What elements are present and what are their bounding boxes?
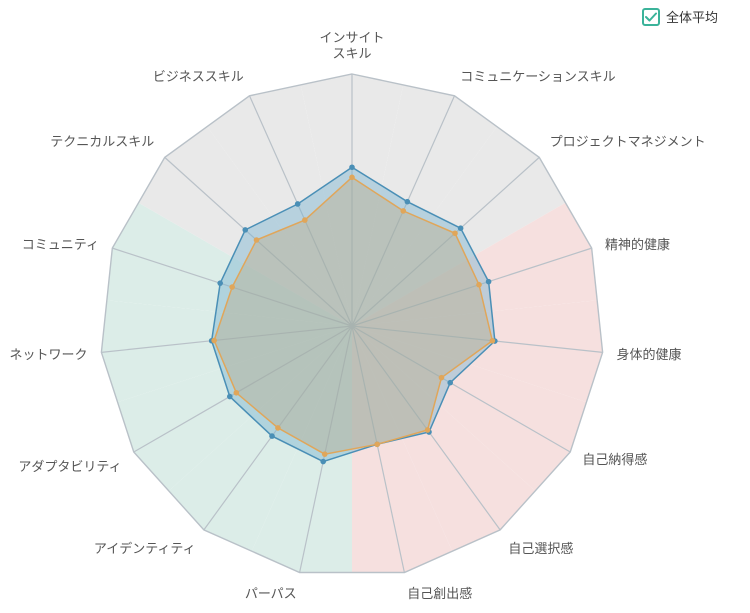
axis-label-6-line-0: 自己選択感: [508, 541, 573, 557]
axis-label-7: 自己創出感: [407, 586, 472, 602]
axis-label-7-line-0: 自己創出感: [407, 586, 472, 602]
series-1-point-3: [476, 281, 482, 288]
axis-label-8: パーパス: [245, 587, 297, 602]
axis-label-10-line-0: アダプタビリティ: [18, 460, 121, 475]
series-1-point-14: [302, 217, 308, 223]
series-1-point-6: [424, 427, 431, 433]
legend-label: 全体平均: [666, 11, 719, 26]
series-0-point-14: [294, 201, 301, 207]
radar-chart-panel: インサイトスキルコミュニケーションスキルプロジェクトマネジメント精神的健康身体的…: [0, 0, 750, 613]
axis-label-8-line-0: パーパス: [245, 587, 297, 602]
axis-label-5: 自己納得感: [582, 452, 647, 468]
axis-label-12-line-0: コミュニティ: [22, 238, 99, 253]
series-0-point-10: [226, 393, 233, 400]
radar-chart: インサイトスキルコミュニケーションスキルプロジェクトマネジメント精神的健康身体的…: [9, 31, 706, 602]
series-1-point-12: [229, 284, 235, 290]
series-0-point-12: [217, 280, 223, 286]
axis-label-1-line-0: コミュニケーションスキル: [460, 70, 615, 85]
legend-item-overall-average[interactable]: 全体平均: [642, 7, 718, 26]
series-1-point-11: [211, 337, 217, 344]
series-0-point-1: [404, 198, 411, 205]
series-0-point-13: [242, 227, 249, 233]
axis-label-4-line-0: 身体的健康: [617, 347, 682, 363]
series-1-point-1: [400, 208, 407, 214]
axis-label-10: アダプタビリティ: [18, 460, 121, 475]
axis-label-9-line-0: アイデンティティ: [94, 541, 196, 557]
axis-label-9: アイデンティティ: [94, 541, 196, 557]
series-1-point-5: [438, 374, 445, 381]
axis-label-14: ビジネススキル: [153, 70, 244, 85]
axis-label-3-line-0: 精神的健康: [605, 237, 670, 253]
axis-label-6: 自己選択感: [508, 541, 573, 557]
series-0-point-9: [269, 433, 275, 439]
legend-checkbox[interactable]: [642, 7, 660, 26]
series-0-point-2: [457, 225, 464, 231]
series-1-point-0: [349, 174, 355, 181]
series-0-point-3: [485, 278, 492, 285]
axis-label-11-line-0: ネットワーク: [9, 348, 87, 363]
axis-label-2: プロジェクトマネジメント: [550, 135, 706, 150]
axis-label-4: 身体的健康: [617, 347, 682, 363]
axis-label-0: インサイトスキル: [319, 31, 384, 62]
axis-label-13-line-0: テクニカルスキル: [50, 135, 154, 150]
axis-label-3: 精神的健康: [605, 237, 670, 253]
check-icon: [645, 12, 657, 21]
series-1-point-4: [489, 337, 496, 344]
axis-label-2-line-0: プロジェクトマネジメント: [550, 135, 706, 150]
series-1-point-8: [321, 451, 328, 457]
axis-label-14-line-0: ビジネススキル: [153, 70, 244, 85]
axis-label-11: ネットワーク: [9, 348, 87, 363]
series-1-point-13: [253, 237, 260, 243]
series-0-point-0: [349, 164, 355, 171]
series-1-point-10: [233, 389, 240, 396]
series-0-point-5: [447, 379, 454, 386]
axis-label-5-line-0: 自己納得感: [582, 452, 647, 468]
series-1-point-9: [275, 425, 281, 431]
axis-label-12: コミュニティ: [22, 238, 99, 253]
axis-label-13: テクニカルスキル: [50, 135, 154, 150]
series-1-point-7: [374, 441, 380, 448]
series-1-point-2: [452, 230, 458, 237]
axis-label-0-line-1: スキル: [332, 47, 371, 62]
axis-label-1: コミュニケーションスキル: [460, 70, 615, 85]
axis-label-0-line-0: インサイト: [319, 31, 384, 46]
series-0-point-8: [320, 458, 326, 465]
